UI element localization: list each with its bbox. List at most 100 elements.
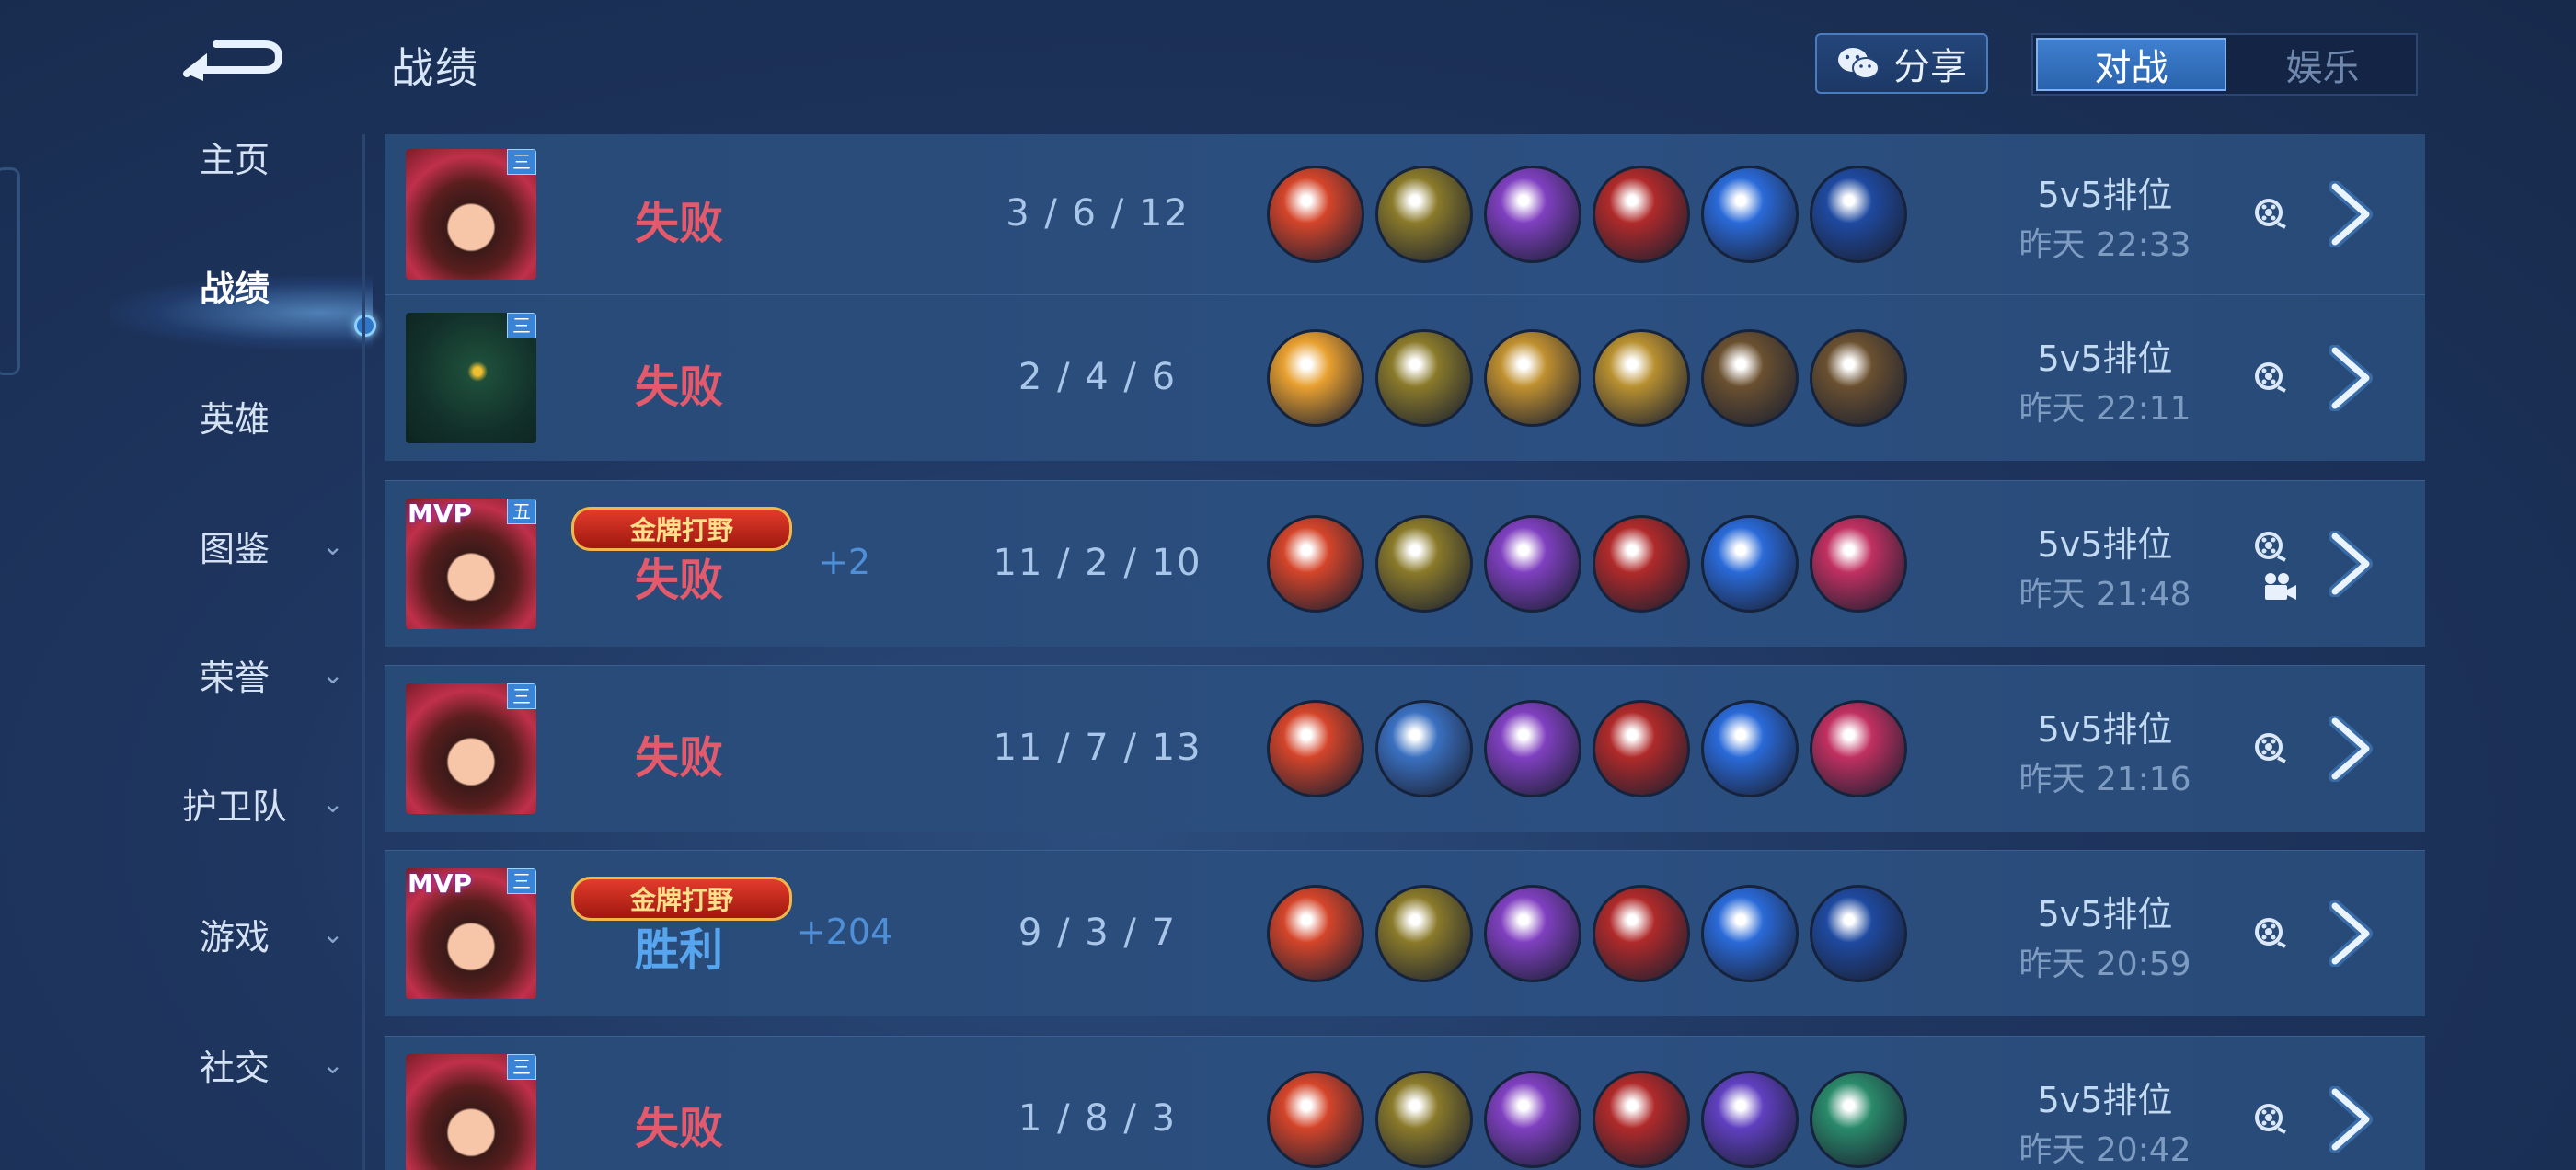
sidebar-item-5[interactable]: 护卫队 ⌄: [138, 766, 343, 840]
match-list[interactable]: 三失败 3 / 6 / 12 5v5排位 昨天 22:33 三失败 2 / 4 / 6 5v…: [385, 134, 2425, 1170]
back-button[interactable]: [179, 29, 290, 92]
match-row[interactable]: 三 MVP 金牌打野 胜利 +204 9 / 3 / 7 5v5排位 昨天 20:59: [385, 850, 2425, 1016]
match-time: 昨天 21:48: [2018, 576, 2191, 614]
sidebar-item-4[interactable]: 荣誉 ⌄: [138, 637, 344, 711]
replay-icon[interactable]: [2252, 196, 2289, 233]
equipment-icon[interactable]: [1484, 1071, 1581, 1168]
equipment-icon[interactable]: [1484, 329, 1581, 427]
game-mode: 5v5排位: [2037, 175, 2173, 215]
equipment-icon[interactable]: [1267, 1071, 1364, 1168]
equipment-icon[interactable]: [1484, 700, 1581, 797]
equipment-icon[interactable]: [1701, 1071, 1799, 1168]
share-label: 分享: [1893, 46, 1967, 88]
equipment-icon[interactable]: [1701, 700, 1799, 797]
chevron-right-icon[interactable]: [2329, 180, 2377, 248]
score-delta: +204: [796, 912, 893, 952]
equipment-icon[interactable]: [1701, 515, 1799, 613]
chevron-right-icon[interactable]: [2329, 900, 2377, 968]
sidebar-item-3[interactable]: 图鉴 ⌄: [138, 509, 343, 582]
equipment-icon[interactable]: [1810, 1071, 1907, 1168]
replay-icon[interactable]: [2252, 1101, 2289, 1138]
equipment-icon[interactable]: [1267, 329, 1364, 427]
sidebar-item-0[interactable]: 主页: [138, 120, 340, 193]
game-mode: 5v5排位: [2037, 1080, 2173, 1120]
chevron-down-icon: ⌄: [322, 659, 344, 690]
mode-toggle: 对战 娱乐: [2031, 33, 2418, 96]
equipment-icon[interactable]: [1593, 1071, 1690, 1168]
sidebar-item-1[interactable]: 战绩: [138, 248, 340, 322]
equipment-icon[interactable]: [1375, 166, 1473, 263]
replay-icon[interactable]: [2252, 529, 2289, 566]
share-button[interactable]: 分享: [1815, 33, 1988, 94]
equipment-icon[interactable]: [1701, 166, 1799, 263]
game-mode: 5v5排位: [2037, 338, 2173, 379]
hero-avatar: 三: [406, 683, 536, 814]
equipment-icon[interactable]: [1810, 329, 1907, 427]
equipment-icon[interactable]: [1375, 329, 1473, 427]
sidebar-item-label: 护卫队: [181, 786, 287, 827]
match-result: 失败: [634, 198, 723, 249]
replay-icon[interactable]: [2252, 360, 2289, 396]
equipment-icon[interactable]: [1810, 515, 1907, 613]
equipment-icon[interactable]: [1810, 885, 1907, 982]
match-row[interactable]: 三失败 3 / 6 / 12 5v5排位 昨天 22:33: [385, 134, 2425, 297]
chevron-right-icon[interactable]: [2329, 715, 2377, 783]
equipment-icon[interactable]: [1267, 166, 1364, 263]
chevron-down-icon: ⌄: [322, 1049, 344, 1080]
equipment-icon[interactable]: [1267, 515, 1364, 613]
video-camera-icon[interactable]: [2261, 569, 2298, 606]
side-drawer-handle[interactable]: [0, 167, 20, 375]
kda-text: 3 / 6 / 12: [1006, 192, 1190, 235]
tab-entertainment[interactable]: 娱乐: [2229, 35, 2416, 94]
equipment-icon[interactable]: [1484, 166, 1581, 263]
equipment-icon[interactable]: [1701, 329, 1799, 427]
sidebar-item-label: 图鉴: [199, 528, 270, 569]
equipment-icon[interactable]: [1267, 885, 1364, 982]
wechat-icon: [1838, 48, 1880, 79]
match-row[interactable]: 三失败 1 / 8 / 3 5v5排位 昨天 20:42: [385, 1036, 2425, 1170]
mvp-label: MVP: [408, 868, 473, 899]
equipment-icon[interactable]: [1375, 515, 1473, 613]
item-build: [1267, 1071, 1907, 1168]
kda-text: 11 / 7 / 13: [993, 727, 1202, 769]
equipment-icon[interactable]: [1593, 515, 1690, 613]
match-row[interactable]: 五 MVP 金牌打野 失败 +2 11 / 2 / 10 5v5排位 昨天 21:48: [385, 480, 2425, 647]
equipment-icon[interactable]: [1484, 515, 1581, 613]
equipment-icon[interactable]: [1593, 329, 1690, 427]
hero-avatar: 三: [406, 313, 536, 443]
match-row[interactable]: 三失败 2 / 4 / 6 5v5排位 昨天 22:11: [385, 294, 2425, 461]
hero-level-tag: 五: [507, 499, 536, 524]
equipment-icon[interactable]: [1593, 885, 1690, 982]
match-row[interactable]: 三失败 11 / 7 / 13 5v5排位 昨天 21:16: [385, 665, 2425, 832]
equipment-icon[interactable]: [1701, 885, 1799, 982]
match-time: 昨天 20:42: [2018, 1131, 2191, 1169]
replay-icon[interactable]: [2252, 730, 2289, 767]
sidebar-item-label: 游戏: [199, 916, 270, 958]
tab-battle[interactable]: 对战: [2036, 38, 2226, 91]
page-title: 战绩: [391, 43, 479, 93]
equipment-icon[interactable]: [1810, 166, 1907, 263]
equipment-icon[interactable]: [1375, 885, 1473, 982]
chevron-right-icon[interactable]: [2329, 1085, 2377, 1153]
sidebar-item-7[interactable]: 社交 ⌄: [138, 1027, 344, 1101]
match-result: 胜利: [634, 924, 723, 976]
game-mode: 5v5排位: [2037, 709, 2173, 750]
equipment-icon[interactable]: [1593, 166, 1690, 263]
back-arrow-icon: [183, 40, 283, 81]
equipment-icon[interactable]: [1593, 700, 1690, 797]
hero-avatar: 五 MVP: [406, 499, 536, 629]
hero-avatar: 三: [406, 1054, 536, 1170]
hero-level-tag: 三: [507, 1054, 536, 1080]
sidebar-item-2[interactable]: 英雄: [138, 379, 340, 453]
replay-icon[interactable]: [2252, 915, 2289, 952]
chevron-right-icon[interactable]: [2329, 530, 2377, 598]
kda-text: 2 / 4 / 6: [1018, 356, 1178, 398]
equipment-icon[interactable]: [1267, 700, 1364, 797]
sidebar-item-6[interactable]: 游戏 ⌄: [138, 897, 343, 970]
match-result: 失败: [634, 555, 723, 606]
equipment-icon[interactable]: [1375, 1071, 1473, 1168]
equipment-icon[interactable]: [1484, 885, 1581, 982]
equipment-icon[interactable]: [1375, 700, 1473, 797]
equipment-icon[interactable]: [1810, 700, 1907, 797]
chevron-right-icon[interactable]: [2329, 344, 2377, 412]
